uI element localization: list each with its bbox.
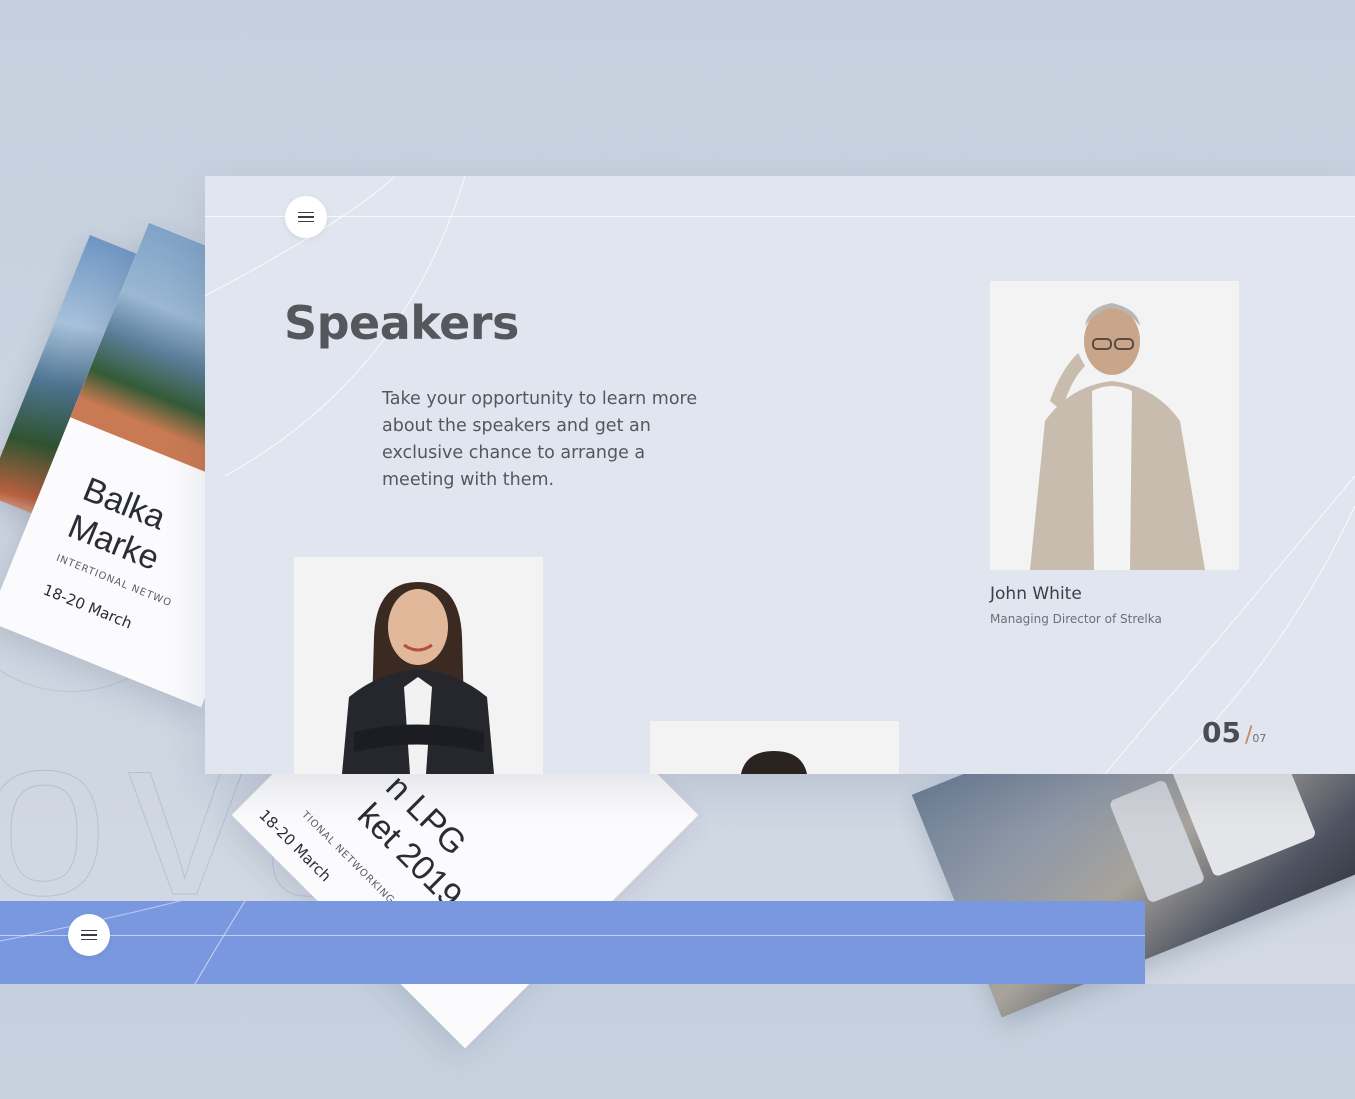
person-illustration bbox=[740, 751, 808, 774]
intro-text: Take your opportunity to learn more abou… bbox=[382, 389, 698, 490]
decorative-curves bbox=[0, 901, 246, 984]
counter-total: 07 bbox=[1252, 732, 1267, 745]
header-divider bbox=[205, 216, 1355, 217]
person-illustration bbox=[1030, 303, 1205, 570]
hamburger-icon bbox=[81, 929, 97, 941]
slide-counter: 05/07 bbox=[1202, 716, 1266, 749]
speakers-slide: Speakers Take your opportunity to learn … bbox=[205, 176, 1355, 774]
speaker-photo-man[interactable] bbox=[650, 721, 899, 774]
speaker-photo-woman[interactable] bbox=[294, 557, 543, 774]
speaker-name: John White bbox=[990, 584, 1082, 604]
speaker-role: Managing Director of Strelka bbox=[990, 612, 1162, 626]
hamburger-icon bbox=[298, 211, 314, 223]
header-divider bbox=[0, 935, 1145, 936]
card-date: 18-20 March bbox=[255, 805, 335, 886]
counter-current: 05 bbox=[1202, 716, 1241, 749]
page-title: Speakers bbox=[284, 296, 519, 350]
menu-button[interactable] bbox=[68, 914, 110, 956]
person-illustration bbox=[342, 582, 494, 774]
menu-button[interactable] bbox=[285, 196, 327, 238]
speaker-photo-john-white[interactable] bbox=[990, 281, 1239, 570]
next-slide-preview bbox=[0, 901, 1145, 984]
